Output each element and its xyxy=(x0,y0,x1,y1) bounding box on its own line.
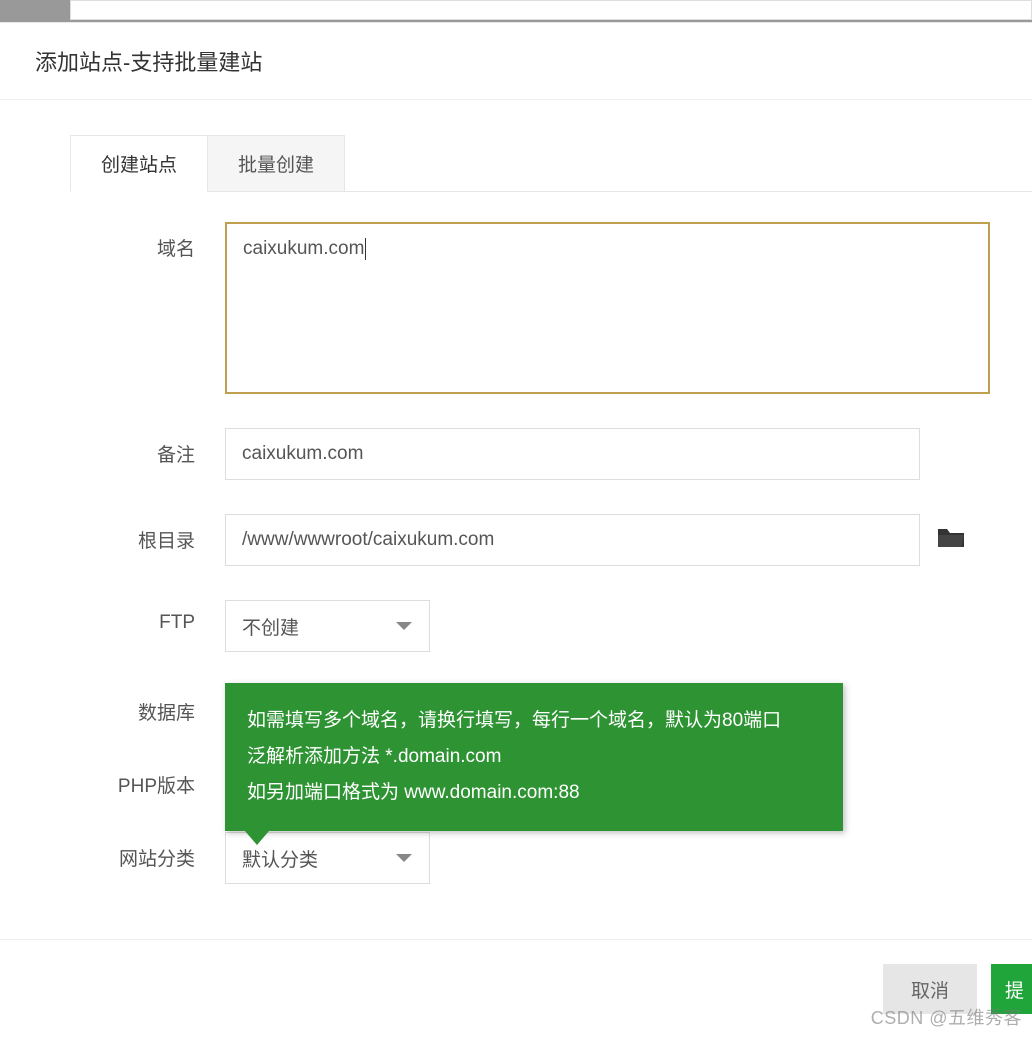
row-domain: 域名 caixukum.com xyxy=(0,222,1002,394)
root-input[interactable] xyxy=(225,514,920,566)
add-site-modal: 添加站点-支持批量建站 创建站点 批量创建 域名 caixukum.com 备注… xyxy=(0,22,1032,1038)
label-root: 根目录 xyxy=(0,514,195,553)
remark-input[interactable] xyxy=(225,428,920,480)
row-remark: 备注 xyxy=(0,428,1002,480)
tooltip-line: 泛解析添加方法 *.domain.com xyxy=(247,739,821,775)
label-domain: 域名 xyxy=(0,222,195,261)
modal-title: 添加站点-支持批量建站 xyxy=(35,45,997,77)
chevron-down-icon xyxy=(395,621,413,631)
text-caret xyxy=(365,238,366,260)
folder-icon[interactable] xyxy=(938,527,964,554)
ftp-select[interactable]: 不创建 xyxy=(225,600,430,652)
tab-batch-create[interactable]: 批量创建 xyxy=(208,135,345,192)
row-root: 根目录 xyxy=(0,514,1002,566)
domain-textarea[interactable]: caixukum.com xyxy=(225,222,990,394)
row-category: 网站分类 默认分类 xyxy=(0,832,1002,884)
category-select-value: 默认分类 xyxy=(242,845,318,872)
watermark: CSDN @五维秀客 xyxy=(871,1004,1022,1030)
domain-tooltip: 如需填写多个域名，请换行填写，每行一个域名，默认为80端口 泛解析添加方法 *.… xyxy=(225,683,843,831)
label-php: PHP版本 xyxy=(0,759,195,798)
label-remark: 备注 xyxy=(0,428,195,467)
backdrop-panel xyxy=(70,0,1032,20)
row-ftp: FTP 不创建 xyxy=(0,600,1002,652)
tabs: 创建站点 批量创建 xyxy=(70,134,1032,192)
modal-header: 添加站点-支持批量建站 xyxy=(0,23,1032,100)
ftp-select-value: 不创建 xyxy=(242,613,299,640)
chevron-down-icon xyxy=(395,853,413,863)
label-category: 网站分类 xyxy=(0,832,195,871)
tooltip-line: 如另加端口格式为 www.domain.com:88 xyxy=(247,775,821,811)
tooltip-line: 如需填写多个域名，请换行填写，每行一个域名，默认为80端口 xyxy=(247,703,821,739)
label-database: 数据库 xyxy=(0,686,195,725)
tab-create-site[interactable]: 创建站点 xyxy=(70,135,208,192)
label-ftp: FTP xyxy=(0,600,195,634)
